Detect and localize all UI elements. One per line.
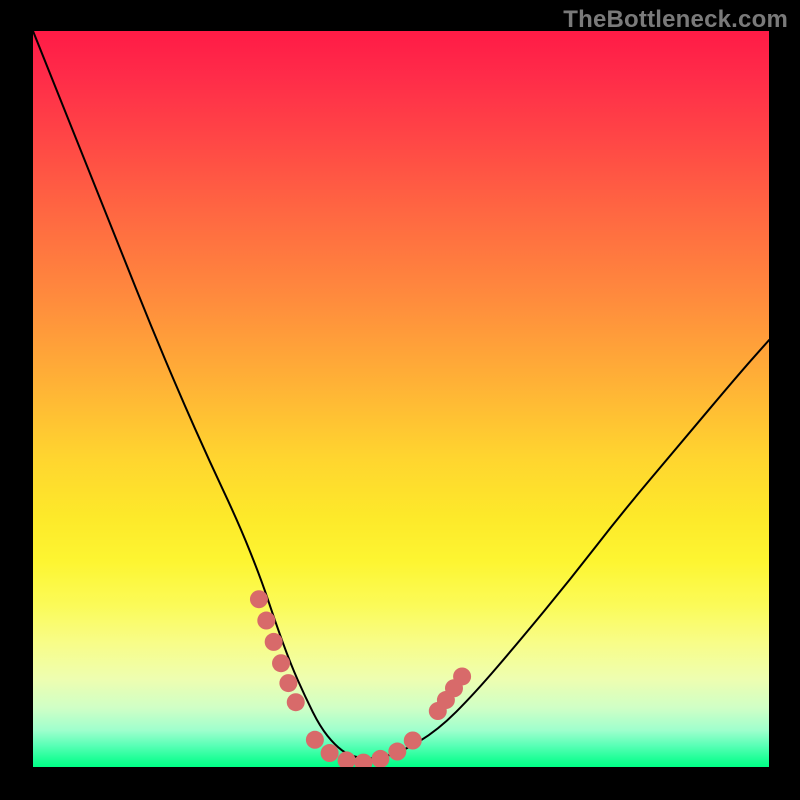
plot-area — [33, 31, 769, 767]
marker-left-cap-2 — [257, 612, 275, 630]
marker-left-cap-1 — [250, 590, 268, 608]
marker-bottom-5 — [371, 750, 389, 767]
bottleneck-curve — [33, 31, 769, 758]
marker-left-cap-3 — [265, 633, 283, 651]
curve-layer — [33, 31, 769, 767]
marker-bottom-7 — [404, 732, 422, 750]
marker-left-cap-6 — [287, 693, 305, 711]
watermark-text: TheBottleneck.com — [563, 6, 788, 34]
marker-group — [250, 590, 471, 767]
marker-left-cap-5 — [279, 674, 297, 692]
marker-bottom-3 — [338, 751, 356, 767]
marker-right-cap-4 — [453, 667, 471, 685]
marker-bottom-6 — [388, 743, 406, 761]
marker-bottom-2 — [321, 744, 339, 762]
marker-bottom-1 — [306, 731, 324, 749]
marker-bottom-4 — [354, 754, 372, 767]
chart-frame: TheBottleneck.com — [0, 0, 800, 800]
marker-left-cap-4 — [272, 654, 290, 672]
